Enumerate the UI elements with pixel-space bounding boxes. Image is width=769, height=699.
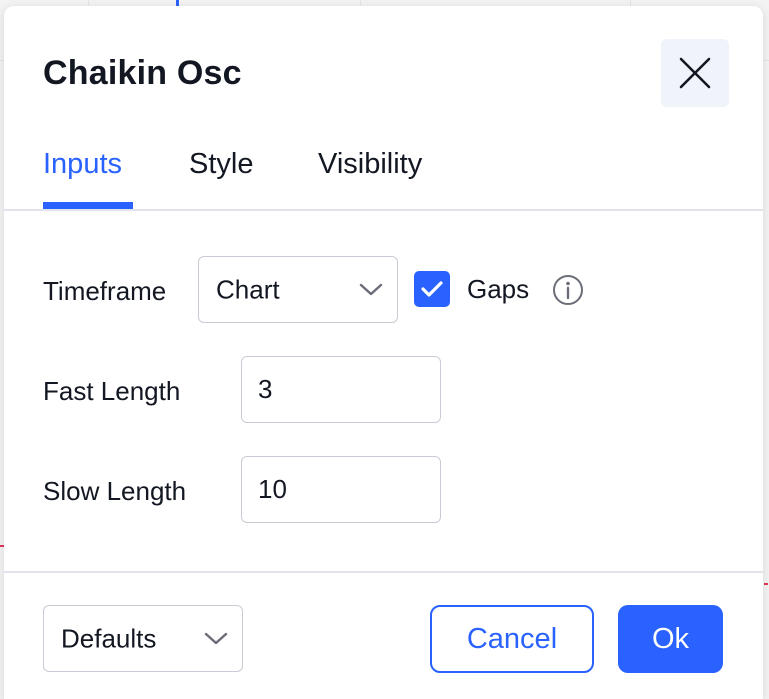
tab-bar: Inputs Style Visibility bbox=[4, 140, 763, 211]
dialog-title: Chaikin Osc bbox=[43, 54, 242, 92]
defaults-dropdown[interactable]: Defaults bbox=[43, 605, 243, 672]
chevron-down-icon bbox=[204, 632, 228, 644]
fast-length-input[interactable] bbox=[241, 356, 441, 423]
footer-divider bbox=[4, 571, 763, 573]
timeframe-label: Timeframe bbox=[43, 276, 167, 306]
cancel-button[interactable]: Cancel bbox=[430, 605, 594, 673]
active-tab-indicator bbox=[43, 202, 133, 209]
timeframe-value: Chart bbox=[216, 274, 280, 304]
checkmark-icon bbox=[421, 281, 443, 297]
gaps-label: Gaps bbox=[467, 274, 530, 304]
tab-inputs[interactable]: Inputs bbox=[43, 148, 122, 181]
timeframe-select[interactable]: Chart bbox=[198, 256, 398, 323]
ok-button[interactable]: Ok bbox=[618, 605, 723, 673]
tab-style[interactable]: Style bbox=[189, 148, 253, 181]
close-icon bbox=[679, 57, 711, 89]
defaults-label: Defaults bbox=[61, 623, 157, 653]
chart-marker bbox=[764, 583, 768, 585]
tab-visibility[interactable]: Visibility bbox=[318, 148, 422, 181]
info-icon[interactable] bbox=[552, 274, 584, 306]
gaps-checkbox[interactable] bbox=[414, 271, 450, 307]
settings-dialog: Chaikin Osc Inputs Style Visibility Time… bbox=[4, 6, 763, 699]
slow-length-input[interactable] bbox=[241, 456, 441, 523]
close-button[interactable] bbox=[661, 39, 729, 107]
slow-length-label: Slow Length bbox=[43, 476, 187, 506]
fast-length-label: Fast Length bbox=[43, 376, 181, 406]
chevron-down-icon bbox=[359, 283, 383, 295]
